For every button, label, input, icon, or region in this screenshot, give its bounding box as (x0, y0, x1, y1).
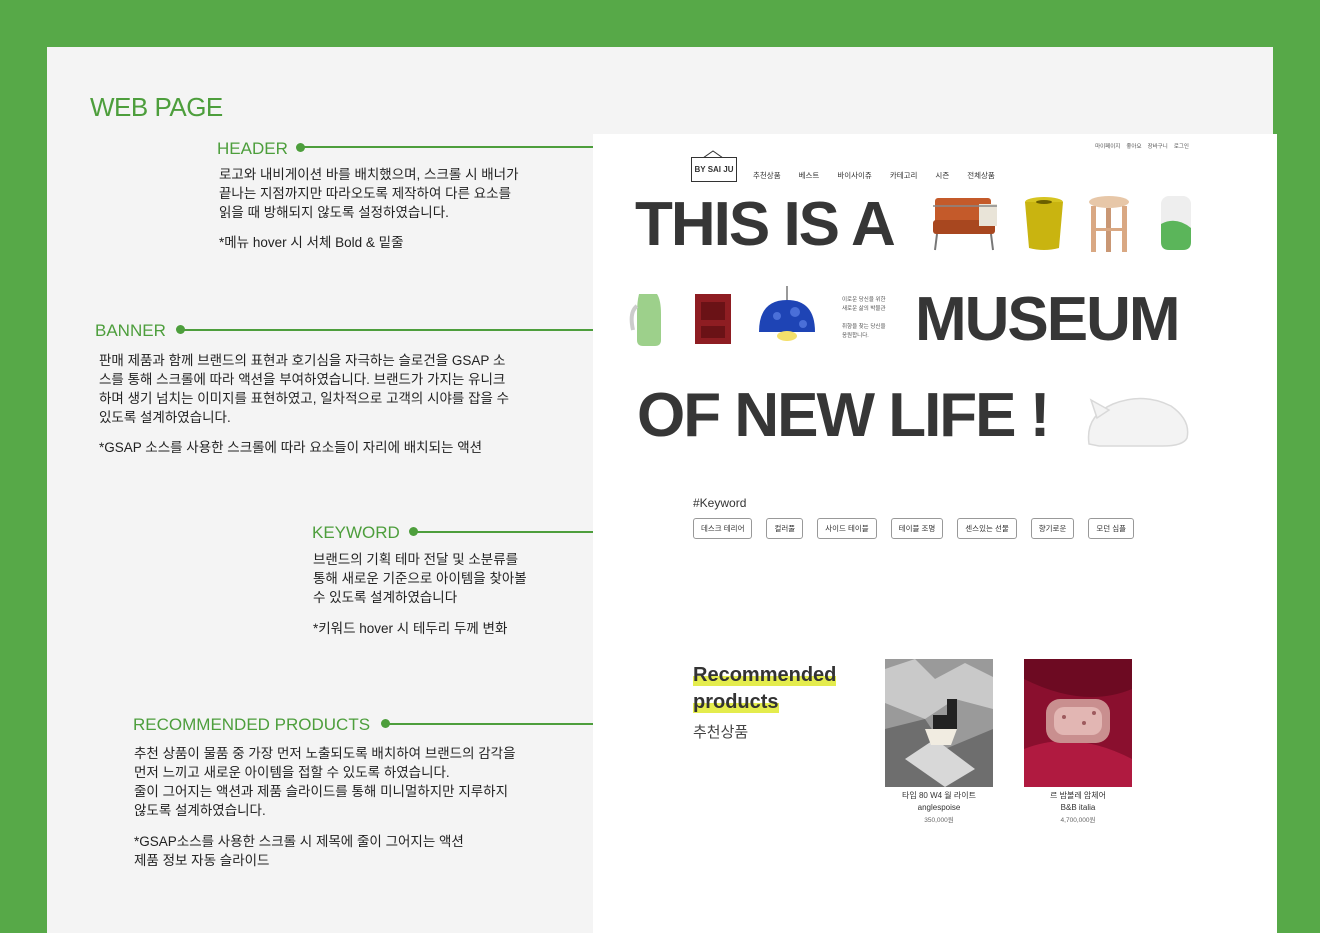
header-section-title: HEADER (217, 139, 288, 158)
util-like-link[interactable]: 좋아요 (1126, 142, 1141, 150)
banner-connector-line (181, 329, 593, 331)
banner-description: 판매 제품과 함께 브랜드의 표현과 호기심을 자극하는 슬로건을 GSAP 소… (99, 353, 510, 425)
utility-links: 마이페이지 좋아요 장바구니 로그인 (1095, 142, 1189, 150)
site-logo[interactable]: BY SAI JU (691, 157, 737, 182)
recommended-section-title: RECOMMENDED PRODUCTS (133, 715, 371, 734)
keyword-table-lamp[interactable]: 테이블 조명 (890, 518, 944, 539)
nav-item-all-products[interactable]: 전체상품 (967, 170, 995, 181)
banner-copy: 이로운 당신을 위한 새로운 삶의 박물관 취향을 찾는 당신을 응원합니다. (842, 297, 886, 339)
nav-item-best[interactable]: 베스트 (799, 170, 820, 181)
keyword-modern-simple[interactable]: 모던 심플 (1088, 518, 1135, 539)
recommended-description: 추천 상품이 물품 중 가장 먼저 노출되도록 배치하여 브랜드의 감각을 먼저… (134, 746, 516, 818)
nav-item-recommended[interactable]: 추천상품 (753, 170, 781, 181)
header-connector-line (301, 146, 593, 148)
product-brand: anglespoise (917, 803, 961, 812)
red-side-table-image (695, 294, 731, 344)
keyword-list: 데스크 테리어 컬러풀 사이드 테이블 테이블 조명 센스있는 선물 향기로운 … (693, 518, 1135, 539)
green-vase-image (1161, 196, 1191, 250)
product-name: 타입 80 W4 월 라이트 (902, 791, 976, 800)
keyword-fragrant[interactable]: 향기로운 (1030, 518, 1075, 539)
product-image-wall-light[interactable] (885, 659, 993, 787)
util-cart-link[interactable]: 장바구니 (1148, 142, 1168, 150)
product-card[interactable]: 르 밤볼레 암체어 B&B italia 4,700,000원 (1024, 659, 1132, 824)
keyword-description: 브랜드의 기획 테마 전달 및 소분류를 통해 새로운 기준으로 아이템을 찾아… (313, 552, 527, 605)
white-cat-sculpture-image (1087, 397, 1189, 447)
banner-line-2: MUSEUM (915, 285, 1181, 354)
keyword-section-title: KEYWORD (312, 523, 400, 542)
nav-item-season[interactable]: 시즌 (935, 170, 949, 181)
main-nav: 추천상품 베스트 바이사이쥬 카테고리 시즌 전체상품 (753, 170, 995, 181)
product-price: 350,000원 (924, 817, 954, 824)
yellow-bin-image (1025, 197, 1063, 250)
keyword-gift[interactable]: 센스있는 선물 (957, 518, 1017, 539)
util-mypage-link[interactable]: 마이페이지 (1095, 142, 1120, 150)
header-note: *메뉴 hover 시 서체 Bold & 밑줄 (219, 235, 404, 250)
recommended-note: *GSAP소스를 사용한 스크롤 시 제목에 줄이 그어지는 액션 제품 정보 … (134, 834, 464, 868)
recommended-title-line-2: products (693, 691, 779, 713)
banner-note: *GSAP 소스를 사용한 스크롤에 따라 요소들이 자리에 배치되는 액션 (99, 440, 483, 455)
product-brand: B&B italia (1060, 803, 1096, 812)
recommended-subtitle: 추천상품 (693, 724, 749, 741)
banner-section-title: BANNER (95, 321, 166, 340)
banner-line-3: OF NEW LIFE ! (637, 381, 1050, 450)
wooden-stool-image (1089, 196, 1129, 252)
keyword-colorful[interactable]: 컬러풀 (766, 518, 804, 539)
page-title: WEB PAGE (90, 92, 223, 122)
recommended-title-line-1: Recommended (693, 664, 837, 686)
presentation-sheet: WEB PAGE HEADER 로고와 내비게이션 바를 배치했으며, 스크롤 … (47, 47, 1277, 933)
banner-line-1: THIS IS A (635, 190, 896, 259)
green-pitcher-image (629, 294, 661, 346)
armchair-image (933, 198, 997, 251)
product-name: 르 밤볼레 암체어 (1050, 791, 1106, 800)
product-image-armchair[interactable] (1024, 659, 1132, 787)
keyword-note: *키워드 hover 시 테두리 두께 변화 (313, 621, 508, 636)
keyword-connector-line (414, 531, 593, 533)
util-login-link[interactable]: 로그인 (1174, 142, 1189, 150)
nav-item-bysaiju[interactable]: 바이사이쥬 (837, 170, 872, 181)
keyword-title: #Keyword (693, 496, 747, 510)
nav-item-category[interactable]: 카테고리 (890, 170, 918, 181)
product-price: 4,700,000원 (1060, 817, 1096, 824)
product-card[interactable]: 타입 80 W4 월 라이트 anglespoise 350,000원 (885, 659, 993, 824)
website-mockup: 마이페이지 좋아요 장바구니 로그인 BY SAI JU 추천상품 베스트 바이… (593, 134, 1277, 933)
recommended-connector-line (386, 723, 593, 725)
blue-pendant-lamp-image (759, 286, 815, 341)
keyword-desk-terior[interactable]: 데스크 테리어 (693, 518, 753, 539)
header-description: 로고와 내비게이션 바를 배치했으며, 스크롤 시 배너가 끝나는 지점까지만 … (219, 167, 519, 220)
keyword-side-table[interactable]: 사이드 테이블 (817, 518, 877, 539)
recommended-title: Recommended products (693, 662, 837, 716)
